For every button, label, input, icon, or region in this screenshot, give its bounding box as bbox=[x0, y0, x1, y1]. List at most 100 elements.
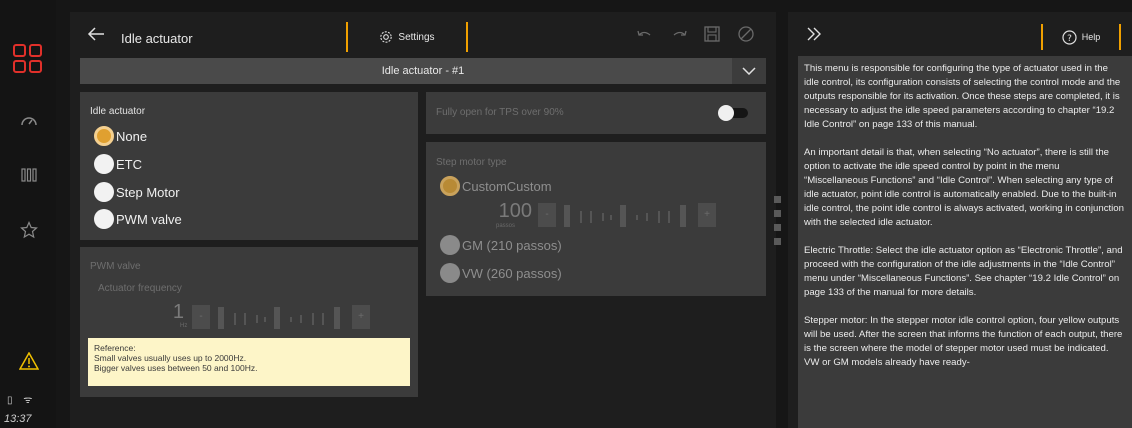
slider-tick bbox=[322, 313, 324, 325]
help-paragraph: An important detail is that, when select… bbox=[804, 147, 1124, 228]
radio-label: GM (210 passos) bbox=[462, 237, 562, 253]
increment-button[interactable]: + bbox=[698, 203, 716, 227]
splitter-dot[interactable] bbox=[774, 238, 781, 245]
help-content[interactable]: This menu is responsible for configuring… bbox=[798, 56, 1132, 428]
tps-card: Fully open for TPS over 90% bbox=[426, 92, 766, 134]
settings-tab[interactable]: Settings bbox=[346, 22, 468, 52]
radio-dot bbox=[440, 235, 460, 255]
left-rail: ▯ ᯤ 13:37 bbox=[0, 0, 56, 428]
slider-tick bbox=[636, 215, 638, 220]
radio-etc[interactable]: ETC bbox=[94, 154, 142, 174]
help-paragraph: Electric Throttle: Select the idle actua… bbox=[804, 245, 1123, 298]
splitter-dot[interactable] bbox=[774, 224, 781, 231]
frequency-value: 1 bbox=[172, 301, 184, 323]
help-panel: ? Help This menu is responsible for conf… bbox=[788, 12, 1132, 428]
reference-line: Reference: bbox=[94, 343, 136, 353]
chevron-down-icon[interactable] bbox=[732, 58, 766, 84]
help-paragraph: This menu is responsible for configuring… bbox=[804, 63, 1121, 130]
save-icon[interactable] bbox=[703, 25, 721, 43]
radio-dot bbox=[440, 176, 460, 196]
slider-tick bbox=[620, 205, 626, 227]
gear-icon bbox=[380, 31, 393, 43]
back-arrow-icon[interactable] bbox=[87, 25, 105, 43]
slider-tick bbox=[580, 211, 582, 223]
reference-note: Reference: Small valves usually uses up … bbox=[88, 338, 410, 386]
help-paragraph: Stepper motor: In the stepper motor idle… bbox=[804, 315, 1123, 368]
slider-tick bbox=[590, 211, 592, 223]
decrement-button[interactable]: - bbox=[192, 305, 210, 329]
settings-label: Settings bbox=[398, 31, 435, 43]
slider-tick bbox=[680, 205, 686, 227]
radio-label: CustomCustom bbox=[462, 178, 552, 194]
step-motor-card: Step motor type CustomCustom 100 passos … bbox=[426, 142, 766, 296]
increment-button[interactable]: + bbox=[352, 305, 370, 329]
radio-dot bbox=[94, 182, 114, 202]
radio-dot bbox=[94, 126, 114, 146]
radio-label: Step Motor bbox=[116, 184, 180, 200]
idle-actuator-title: Idle actuator bbox=[90, 106, 146, 117]
actuator-frequency-label: Actuator frequency bbox=[98, 283, 182, 294]
radio-vw[interactable]: VW (260 passos) bbox=[440, 263, 562, 283]
slider-tick bbox=[334, 307, 340, 329]
slider-tick bbox=[602, 213, 604, 221]
help-tab[interactable]: ? Help bbox=[1041, 24, 1121, 50]
tps-label: Fully open for TPS over 90% bbox=[436, 107, 564, 118]
slider-tick bbox=[264, 317, 266, 322]
decrement-button[interactable]: - bbox=[538, 203, 556, 227]
slider-tick bbox=[218, 307, 224, 329]
slider-tick bbox=[646, 213, 648, 221]
tps-toggle[interactable] bbox=[718, 105, 748, 121]
radio-dot bbox=[94, 154, 114, 174]
slider-tick bbox=[234, 313, 236, 325]
frequency-stepper[interactable]: 1 Hz - + bbox=[140, 301, 410, 331]
dashboard-icon[interactable] bbox=[20, 112, 38, 130]
app-logo[interactable] bbox=[13, 44, 43, 76]
actuator-selector[interactable]: Idle actuator - #1 bbox=[80, 58, 766, 84]
cancel-icon[interactable] bbox=[737, 25, 755, 43]
pwm-valve-card: PWM valve Actuator frequency 1 Hz - + Re… bbox=[80, 247, 418, 397]
wifi-icon: ᯤ bbox=[23, 395, 33, 406]
battery-icon: ▯ bbox=[7, 395, 13, 406]
slider-tick bbox=[564, 205, 570, 227]
frequency-unit: Hz bbox=[180, 323, 188, 329]
top-bar: Idle actuator Settings bbox=[70, 12, 776, 58]
splitter-dot[interactable] bbox=[774, 196, 781, 203]
steps-stepper[interactable]: 100 passos - + bbox=[456, 200, 756, 230]
slider-tick bbox=[668, 211, 670, 223]
gauges-icon[interactable] bbox=[20, 166, 38, 184]
pwm-valve-title: PWM valve bbox=[90, 261, 141, 272]
slider-tick bbox=[658, 211, 660, 223]
status-icons: ▯ ᯤ bbox=[7, 392, 32, 406]
clock: 13:37 bbox=[4, 413, 32, 425]
step-motor-title: Step motor type bbox=[436, 157, 507, 168]
redo-icon[interactable] bbox=[671, 27, 689, 45]
selector-value: Idle actuator - #1 bbox=[381, 65, 465, 77]
slider-tick bbox=[312, 313, 314, 325]
slider-tick bbox=[290, 317, 292, 322]
slider-tick bbox=[274, 307, 280, 329]
svg-text:?: ? bbox=[1067, 34, 1072, 44]
undo-icon[interactable] bbox=[635, 27, 653, 45]
collapse-panel-icon[interactable] bbox=[806, 26, 822, 42]
splitter-dot[interactable] bbox=[774, 210, 781, 217]
radio-gm[interactable]: GM (210 passos) bbox=[440, 235, 562, 255]
steps-unit: passos bbox=[496, 223, 516, 229]
reference-line: Bigger valves uses between 50 and 100Hz. bbox=[94, 363, 258, 373]
main-panel: Idle actuator Settings Idle actuator - #… bbox=[70, 12, 776, 428]
slider-tick bbox=[300, 315, 302, 323]
radio-pwm-valve[interactable]: PWM valve bbox=[94, 209, 182, 229]
radio-custom[interactable]: CustomCustom bbox=[440, 176, 552, 196]
help-label: Help bbox=[1081, 32, 1101, 42]
slider-tick bbox=[610, 215, 612, 220]
radio-label: None bbox=[116, 128, 148, 144]
reference-line: Small valves usually uses up to 2000Hz. bbox=[94, 353, 247, 363]
radio-step-motor[interactable]: Step Motor bbox=[94, 182, 180, 202]
slider-tick bbox=[244, 313, 246, 325]
idle-actuator-card: Idle actuator None ETC Step Motor PWM va… bbox=[80, 92, 418, 240]
page-title: Idle actuator bbox=[121, 31, 193, 46]
radio-dot bbox=[94, 209, 114, 229]
favorites-icon[interactable] bbox=[20, 221, 38, 239]
radio-none[interactable]: None bbox=[94, 126, 147, 146]
question-circle-icon: ? bbox=[1062, 29, 1077, 45]
warning-icon[interactable] bbox=[19, 352, 39, 370]
